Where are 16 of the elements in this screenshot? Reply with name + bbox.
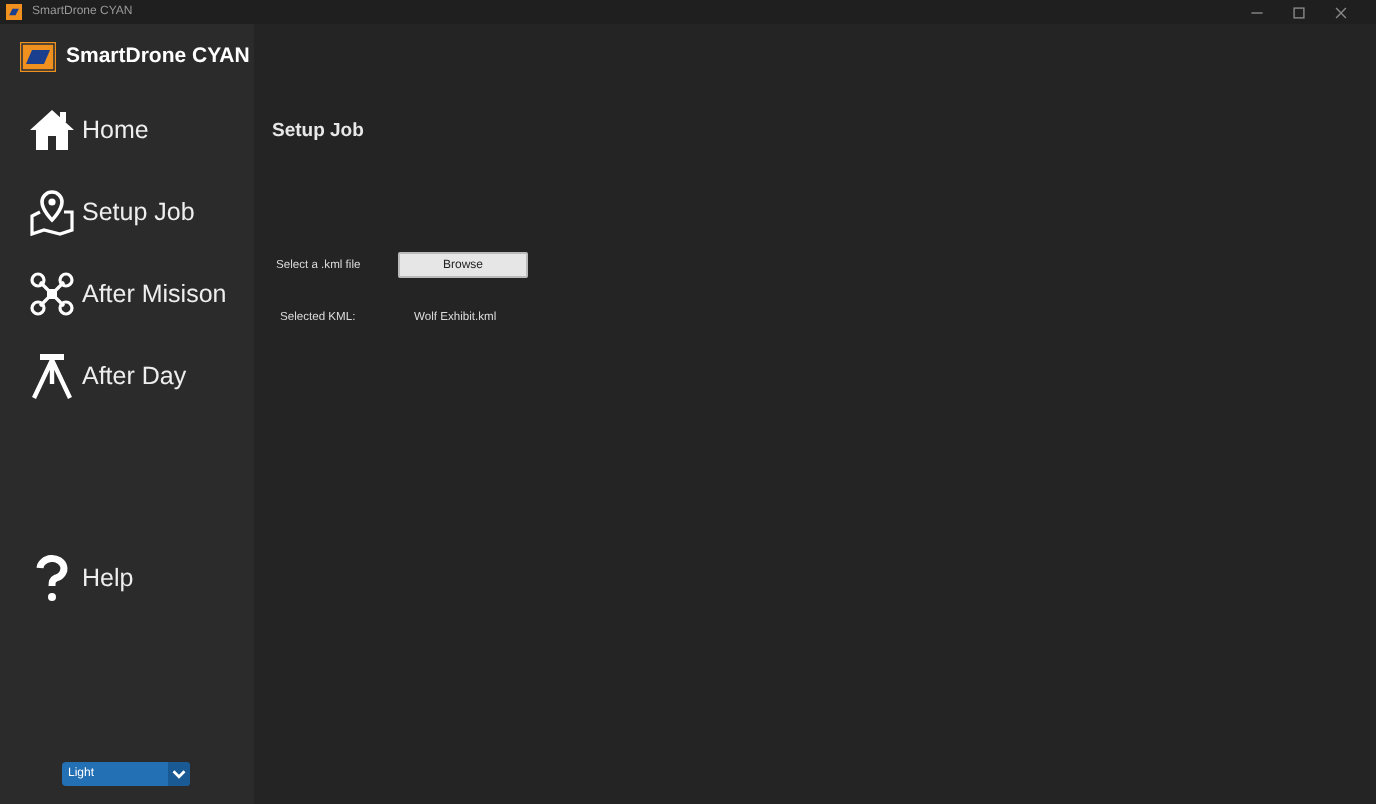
nav-item[interactable]: Setup Job <box>0 170 254 252</box>
house-icon <box>28 105 76 153</box>
tripod-icon <box>28 351 76 399</box>
close-icon[interactable] <box>1334 5 1348 19</box>
map-pin-icon <box>28 187 76 235</box>
app-icon <box>6 4 22 20</box>
chevron-down-icon <box>168 762 190 786</box>
nav-item[interactable]: After Misison <box>0 252 254 334</box>
app-name: SmartDrone CYAN <box>66 44 250 68</box>
nav-item[interactable]: After Day <box>0 334 254 416</box>
drone-icon <box>28 269 76 317</box>
page-heading: Setup Job <box>272 120 366 142</box>
logo-icon <box>20 41 56 71</box>
help-item[interactable]: Help <box>0 536 254 618</box>
maximize-icon[interactable] <box>1292 5 1306 19</box>
nav-item[interactable]: Home <box>0 88 254 170</box>
